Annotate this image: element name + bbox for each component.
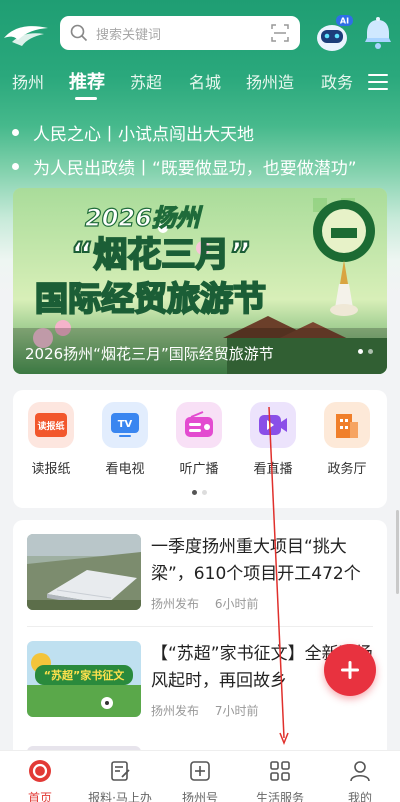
ai-badge: AI	[340, 17, 349, 26]
news-source: 扬州发布	[151, 704, 200, 718]
news-time: 6小时前	[214, 597, 259, 611]
news-time: 7小时前	[214, 704, 259, 718]
search-input[interactable]: 搜索关键词	[60, 16, 300, 50]
banner-art-line2: “烟花三月”	[71, 235, 252, 275]
plus-icon	[341, 661, 359, 679]
quick-item-label: 听广播	[179, 462, 219, 477]
tv-icon-text: TV	[118, 419, 133, 430]
news-thumbnail	[27, 534, 141, 610]
newspaper-icon: 读报纸	[28, 402, 74, 448]
headline-ticker-item[interactable]: 为人民出政绩丨“既要做显功，也要做潜功”	[12, 154, 357, 179]
report-icon	[111, 761, 130, 781]
thumbnail-text: “苏超”家书征文	[44, 668, 125, 682]
quick-item-label: 看直播	[253, 462, 293, 477]
news-title: 一季度扬州重大项目“挑大梁”，610个项目开工472个	[151, 537, 361, 584]
quick-item-label: 读报纸	[31, 462, 71, 477]
tabbar-label: 扬州号	[181, 791, 218, 802]
headline-ticker-item[interactable]: 人民之心丨小试点闯出大天地	[12, 120, 254, 145]
news-feed: 一季度扬州重大项目“挑大梁”，610个项目开工472个 扬州发布 6小时前 “苏…	[13, 520, 387, 760]
tabbar-label: 生活服务	[255, 791, 304, 802]
notification-bell-icon[interactable]	[362, 16, 394, 52]
quick-panel-pager	[192, 490, 207, 495]
tabbar-item-profile[interactable]: 我的	[320, 759, 400, 802]
search-placeholder: 搜索关键词	[96, 27, 162, 43]
news-source: 扬州发布	[151, 597, 200, 611]
radio-icon	[176, 402, 222, 448]
tabbar-label: 报料·马上办	[88, 791, 152, 802]
tab-suchao[interactable]: 苏超	[130, 70, 162, 96]
tab-yangzhou[interactable]: 扬州	[12, 70, 44, 96]
publish-fab-button[interactable]	[324, 644, 376, 696]
quick-item-radio[interactable]: 听广播	[169, 402, 229, 477]
tab-yangzhou-made[interactable]: 扬州造	[246, 70, 294, 96]
scrollbar[interactable]	[396, 510, 399, 594]
headline-text: 人民之心丨小试点闯出大天地	[33, 125, 254, 145]
bullet-icon	[12, 163, 19, 170]
tabbar-item-yangzhou-hao[interactable]: 扬州号	[160, 759, 240, 802]
scan-icon[interactable]	[270, 23, 290, 43]
bullet-icon	[12, 129, 19, 136]
app-logo-icon[interactable]	[2, 20, 50, 48]
news-meta: 扬州发布 7小时前	[151, 702, 270, 719]
hero-banner[interactable]: 2026扬州 “烟花三月” 国际经贸旅游节 2026扬州“烟花三月”国际经贸旅游…	[13, 188, 387, 374]
user-icon	[350, 761, 370, 782]
active-tab-indicator	[75, 97, 97, 100]
news-thumbnail: “苏超”家书征文	[27, 641, 141, 717]
banner-caption: 2026扬州“烟花三月”国际经贸旅游节	[25, 345, 274, 363]
plus-square-icon	[190, 761, 210, 781]
live-icon	[250, 402, 296, 448]
tab-recommend[interactable]: 推荐	[69, 70, 105, 96]
headline-text: 为人民出政绩丨“既要做显功，也要做潜功”	[33, 159, 357, 179]
app-header: 搜索关键词 AI	[0, 12, 400, 56]
quick-item-label: 看电视	[105, 462, 145, 477]
search-icon	[70, 24, 88, 42]
quick-item-government-hall[interactable]: 政务厅	[317, 402, 377, 477]
banner-pager	[358, 349, 373, 354]
tabbar-item-home[interactable]: 首页	[0, 759, 80, 802]
quick-item-tv[interactable]: TV 看电视	[95, 402, 155, 477]
ai-assistant-icon[interactable]: AI	[314, 14, 354, 54]
bottom-tab-bar: 首页 报料·马上办 扬州号 生活服务 我的	[0, 750, 400, 802]
tab-mingcheng[interactable]: 名城	[189, 70, 221, 96]
news-meta: 扬州发布 6小时前	[151, 595, 270, 612]
quick-item-live[interactable]: 看直播	[243, 402, 303, 477]
newspaper-icon-text: 读报纸	[37, 420, 64, 432]
quick-item-label: 政务厅	[327, 462, 367, 477]
news-item[interactable]: 一季度扬州重大项目“挑大梁”，610个项目开工472个 扬州发布 6小时前	[13, 520, 387, 627]
tabbar-label: 我的	[347, 791, 372, 802]
banner-art-line1: 2026扬州	[85, 204, 203, 232]
grid-icon	[270, 761, 290, 781]
tabbar-label: 首页	[27, 791, 52, 802]
building-icon	[324, 402, 370, 448]
home-icon	[29, 760, 51, 782]
channel-tabs: 扬州 推荐 苏超 名城 扬州造 政务	[0, 70, 400, 100]
tv-icon: TV	[102, 402, 148, 448]
banner-art-line3: 国际经贸旅游节	[35, 279, 266, 318]
tabbar-item-life-services[interactable]: 生活服务	[240, 759, 320, 802]
quick-item-newspaper[interactable]: 读报纸 读报纸	[21, 402, 81, 477]
menu-icon[interactable]	[368, 74, 388, 92]
tab-government[interactable]: 政务	[321, 70, 353, 96]
quick-entry-panel: 读报纸 读报纸 TV 看电视 听广播 看直播 政务厅	[13, 390, 387, 508]
tabbar-item-report[interactable]: 报料·马上办	[80, 759, 160, 802]
